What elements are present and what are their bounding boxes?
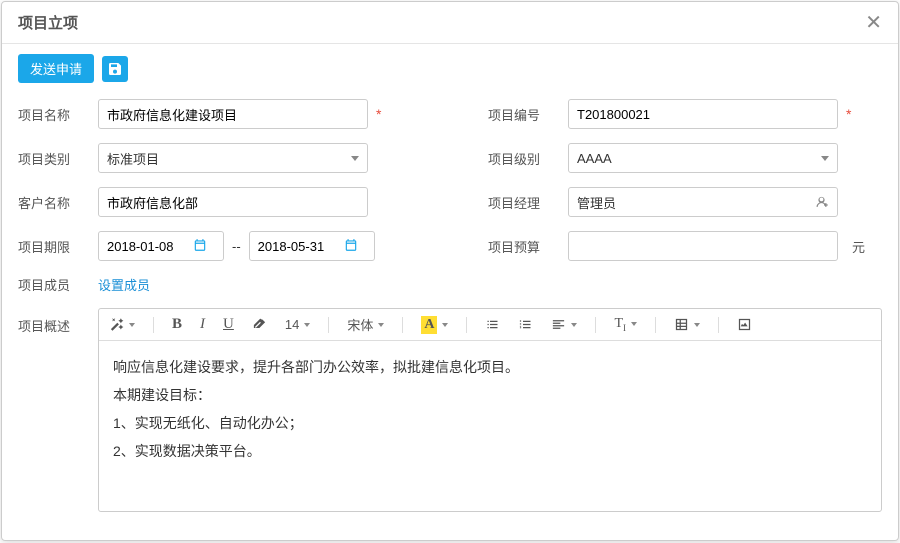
- chevron-down-icon: [351, 156, 359, 161]
- manager-label: 项目经理: [488, 193, 560, 212]
- editor-content[interactable]: 响应信息化建设要求，提升各部门办公效率，拟批建信息化项目。 本期建设目标： 1、…: [99, 341, 881, 511]
- manager-select[interactable]: 管理员: [568, 187, 838, 217]
- save-icon-button[interactable]: [102, 56, 128, 82]
- project-type-label: 项目类别: [18, 149, 90, 168]
- period-label: 项目期限: [18, 237, 90, 256]
- action-toolbar: 发送申请: [2, 44, 898, 93]
- magic-icon[interactable]: [109, 317, 135, 332]
- period-end-field[interactable]: [258, 239, 344, 254]
- calendar-icon[interactable]: [344, 238, 358, 255]
- period-start-input[interactable]: [98, 231, 224, 261]
- overview-label: 项目概述: [18, 308, 90, 335]
- eraser-icon[interactable]: [252, 317, 267, 332]
- budget-label: 项目预算: [488, 237, 560, 256]
- period-start-field[interactable]: [107, 239, 193, 254]
- project-name-input[interactable]: [98, 99, 368, 129]
- budget-input[interactable]: [568, 231, 838, 261]
- project-type-select[interactable]: 标准项目: [98, 143, 368, 173]
- italic-button[interactable]: I: [200, 316, 205, 333]
- period-end-input[interactable]: [249, 231, 375, 261]
- overview-line: 2、实现数据决策平台。: [113, 437, 867, 465]
- table-icon[interactable]: [674, 317, 700, 332]
- project-level-select[interactable]: AAAA: [568, 143, 838, 173]
- user-add-icon[interactable]: [814, 195, 829, 210]
- project-level-value: AAAA: [577, 151, 612, 166]
- overview-line: 1、实现无纸化、自动化办公；: [113, 409, 867, 437]
- ordered-list-icon[interactable]: [518, 317, 533, 332]
- close-icon[interactable]: ✕: [865, 13, 882, 33]
- chevron-down-icon: [821, 156, 829, 161]
- align-icon[interactable]: [551, 317, 577, 332]
- members-label: 项目成员: [18, 275, 90, 294]
- form-body: 项目名称 * 项目编号 * 项目类别 标准项目 项目级: [2, 93, 898, 518]
- font-size-selector[interactable]: 14: [285, 317, 310, 332]
- project-name-label: 项目名称: [18, 105, 90, 124]
- period-separator: --: [232, 239, 241, 254]
- overview-line: 本期建设目标：: [113, 381, 867, 409]
- font-family-selector[interactable]: 宋体: [347, 315, 384, 334]
- image-icon[interactable]: [737, 317, 752, 332]
- bold-button[interactable]: B: [172, 316, 182, 333]
- required-mark: *: [376, 106, 381, 122]
- required-mark: *: [846, 106, 851, 122]
- save-icon: [107, 61, 123, 77]
- set-members-link[interactable]: 设置成员: [98, 275, 150, 294]
- customer-label: 客户名称: [18, 193, 90, 212]
- project-no-label: 项目编号: [488, 105, 560, 124]
- text-style-icon[interactable]: TI: [614, 316, 637, 333]
- modal-title: 项目立项: [18, 12, 78, 33]
- calendar-icon[interactable]: [193, 238, 207, 255]
- manager-value: 管理员: [577, 193, 616, 212]
- customer-input[interactable]: [98, 187, 368, 217]
- send-application-button[interactable]: 发送申请: [18, 54, 94, 83]
- underline-button[interactable]: U: [223, 316, 234, 333]
- project-level-label: 项目级别: [488, 149, 560, 168]
- modal-header: 项目立项 ✕: [2, 2, 898, 43]
- overview-line: 响应信息化建设要求，提升各部门办公效率，拟批建信息化项目。: [113, 353, 867, 381]
- overview-editor: B I U 14 宋体 A: [98, 308, 882, 512]
- font-color-button[interactable]: A: [421, 316, 448, 334]
- budget-unit: 元: [852, 237, 865, 256]
- project-no-input[interactable]: [568, 99, 838, 129]
- editor-toolbar: B I U 14 宋体 A: [99, 309, 881, 341]
- project-modal: 项目立项 ✕ 发送申请 项目名称 * 项目编号 * 项目类别: [1, 1, 899, 541]
- unordered-list-icon[interactable]: [485, 317, 500, 332]
- project-type-value: 标准项目: [107, 149, 159, 168]
